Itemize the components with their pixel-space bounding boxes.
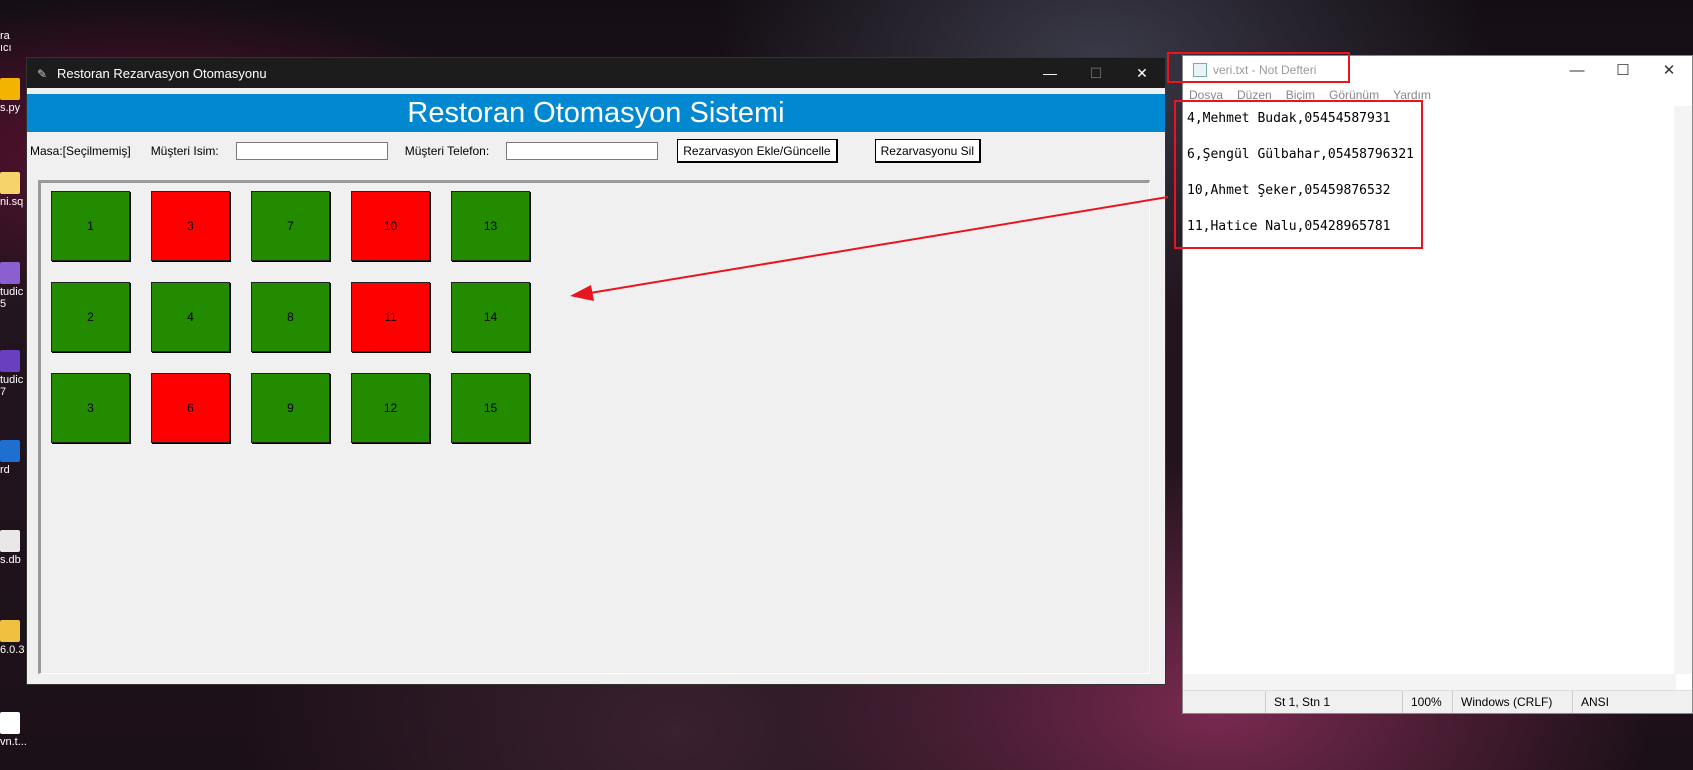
table-button-11[interactable]: 11 xyxy=(351,282,430,352)
table-button-3[interactable]: 3 xyxy=(151,191,230,261)
table-button-4[interactable]: 4 xyxy=(151,282,230,352)
desktop-icon-label: vn.t... xyxy=(0,736,27,748)
table-button-15[interactable]: 15 xyxy=(451,373,530,443)
desktop-icon-label: s.py xyxy=(0,102,21,114)
sql-glyph-icon xyxy=(0,172,20,194)
desktop-icon-label: ıcı xyxy=(0,42,12,54)
db-file-icon[interactable]: s.db xyxy=(0,530,28,566)
python-glyph-icon xyxy=(0,78,20,100)
horizontal-scrollbar[interactable] xyxy=(1183,674,1676,690)
desktop-icon-label: s.db xyxy=(0,554,21,566)
desktop-icon[interactable]: ra ıcı xyxy=(0,30,28,54)
table-button-13[interactable]: 13 xyxy=(451,191,530,261)
table-button-8[interactable]: 8 xyxy=(251,282,330,352)
desktop-icon-label: 7 xyxy=(0,386,7,398)
status-encoding: ANSI xyxy=(1572,691,1672,713)
notepad-text-area[interactable]: 4,Mehmet Budak,05454587931 6,Şengül Gülb… xyxy=(1183,106,1671,674)
table-button-7[interactable]: 7 xyxy=(251,191,330,261)
menu-view[interactable]: Görünüm xyxy=(1329,88,1379,102)
python-file-icon[interactable]: s.py xyxy=(0,78,28,114)
table-button-3[interactable]: 3 xyxy=(51,373,130,443)
text-line: 10,Ahmet Şeker,05459876532 xyxy=(1187,183,1391,198)
vs-glyph-icon xyxy=(0,350,20,372)
delete-reservation-button[interactable]: Rezarvasyonu Sil xyxy=(874,139,981,163)
menu-file[interactable]: Dosya xyxy=(1189,88,1223,102)
close-icon[interactable]: ✕ xyxy=(1119,58,1165,88)
desktop-icon-label: 6.0.3 xyxy=(0,644,25,656)
customer-name-input[interactable] xyxy=(235,142,388,160)
customer-name-label: Müşteri Isim: xyxy=(150,144,219,158)
table-button-14[interactable]: 14 xyxy=(451,282,530,352)
text-line: 11,Hatice Nalu,05428965781 xyxy=(1187,219,1391,234)
app-window-title: Restoran Rezarvasyon Otomasyonu xyxy=(57,65,267,81)
desktop-icon-label: ra xyxy=(0,30,10,42)
notepad-title: veri.txt - Not Defteri xyxy=(1213,63,1317,77)
table-button-9[interactable]: 9 xyxy=(251,373,330,443)
status-zoom: 100% xyxy=(1402,691,1452,713)
selected-table-label: Masa:[Seçilmemiş] xyxy=(30,144,131,158)
maximize-icon: ☐ xyxy=(1089,64,1103,81)
desktop-icon-label: tudic xyxy=(0,374,24,386)
app-header: Restoran Otomasyon Sistemi xyxy=(27,94,1165,132)
text-file-icon[interactable]: vn.t... xyxy=(0,712,28,748)
desktop-icon-label: rd xyxy=(0,464,10,476)
word-glyph-icon xyxy=(0,440,20,462)
text-line: 6,Şengül Gülbahar,05458796321 xyxy=(1187,147,1414,162)
reservation-toolbar: Masa:[Seçilmemiş] Müşteri Isim: Müşteri … xyxy=(27,132,1165,170)
status-line-ending: Windows (CRLF) xyxy=(1452,691,1572,713)
menu-help[interactable]: Yardım xyxy=(1393,88,1431,102)
menu-edit[interactable]: Düzen xyxy=(1237,88,1272,102)
db-glyph-icon xyxy=(0,530,20,552)
visual-studio-icon[interactable]: tudic 5 xyxy=(0,262,28,310)
table-button-6[interactable]: 6 xyxy=(151,373,230,443)
customer-phone-label: Müşteri Telefon: xyxy=(404,144,490,158)
notepad-icon xyxy=(1193,63,1207,77)
desktop-icon-label: ni.sq xyxy=(0,196,24,208)
minimize-icon[interactable]: — xyxy=(1027,58,1073,88)
menu-format[interactable]: Biçim xyxy=(1286,88,1315,102)
folder-glyph-icon xyxy=(0,620,20,642)
maximize-icon[interactable]: ☐ xyxy=(1600,61,1646,79)
add-update-reservation-button[interactable]: Rezarvasyon Ekle/Güncelle xyxy=(677,139,838,163)
word-icon[interactable]: rd xyxy=(0,440,28,476)
desktop-icon-label: tudic xyxy=(0,286,24,298)
app-titlebar[interactable]: ✎ Restoran Rezarvasyon Otomasyonu — ☐ ✕ xyxy=(27,58,1165,88)
minimize-icon[interactable]: — xyxy=(1554,62,1600,79)
text-glyph-icon xyxy=(0,712,20,734)
sql-file-icon[interactable]: ni.sq xyxy=(0,172,28,208)
visual-studio-icon[interactable]: tudic 7 xyxy=(0,350,28,398)
status-spacer xyxy=(1183,691,1265,713)
desktop-icon-label: 5 xyxy=(0,298,7,310)
vs-glyph-icon xyxy=(0,262,20,284)
close-icon[interactable]: ✕ xyxy=(1646,61,1692,79)
vertical-scrollbar[interactable] xyxy=(1674,106,1692,674)
notepad-titlebar[interactable]: veri.txt - Not Defteri — ☐ ✕ xyxy=(1183,56,1692,84)
table-button-10[interactable]: 10 xyxy=(351,191,430,261)
notepad-menubar: Dosya Düzen Biçim Görünüm Yardım xyxy=(1183,84,1692,106)
feather-icon: ✎ xyxy=(37,67,48,81)
table-button-1[interactable]: 1 xyxy=(51,191,130,261)
folder-icon[interactable]: 6.0.3 xyxy=(0,620,28,656)
customer-phone-input[interactable] xyxy=(506,142,659,160)
notepad-statusbar: St 1, Stn 1 100% Windows (CRLF) ANSI xyxy=(1183,690,1692,713)
tables-canvas: 1 3 7 10 13 2 4 8 11 14 3 6 9 12 15 xyxy=(38,180,1150,674)
table-button-2[interactable]: 2 xyxy=(51,282,130,352)
notepad-window: veri.txt - Not Defteri — ☐ ✕ Dosya Düzen… xyxy=(1182,55,1693,714)
status-position: St 1, Stn 1 xyxy=(1265,691,1402,713)
text-line: 4,Mehmet Budak,05454587931 xyxy=(1187,111,1391,126)
table-button-12[interactable]: 12 xyxy=(351,373,430,443)
restaurant-app-window: ✎ Restoran Rezarvasyon Otomasyonu — ☐ ✕ … xyxy=(26,57,1166,685)
